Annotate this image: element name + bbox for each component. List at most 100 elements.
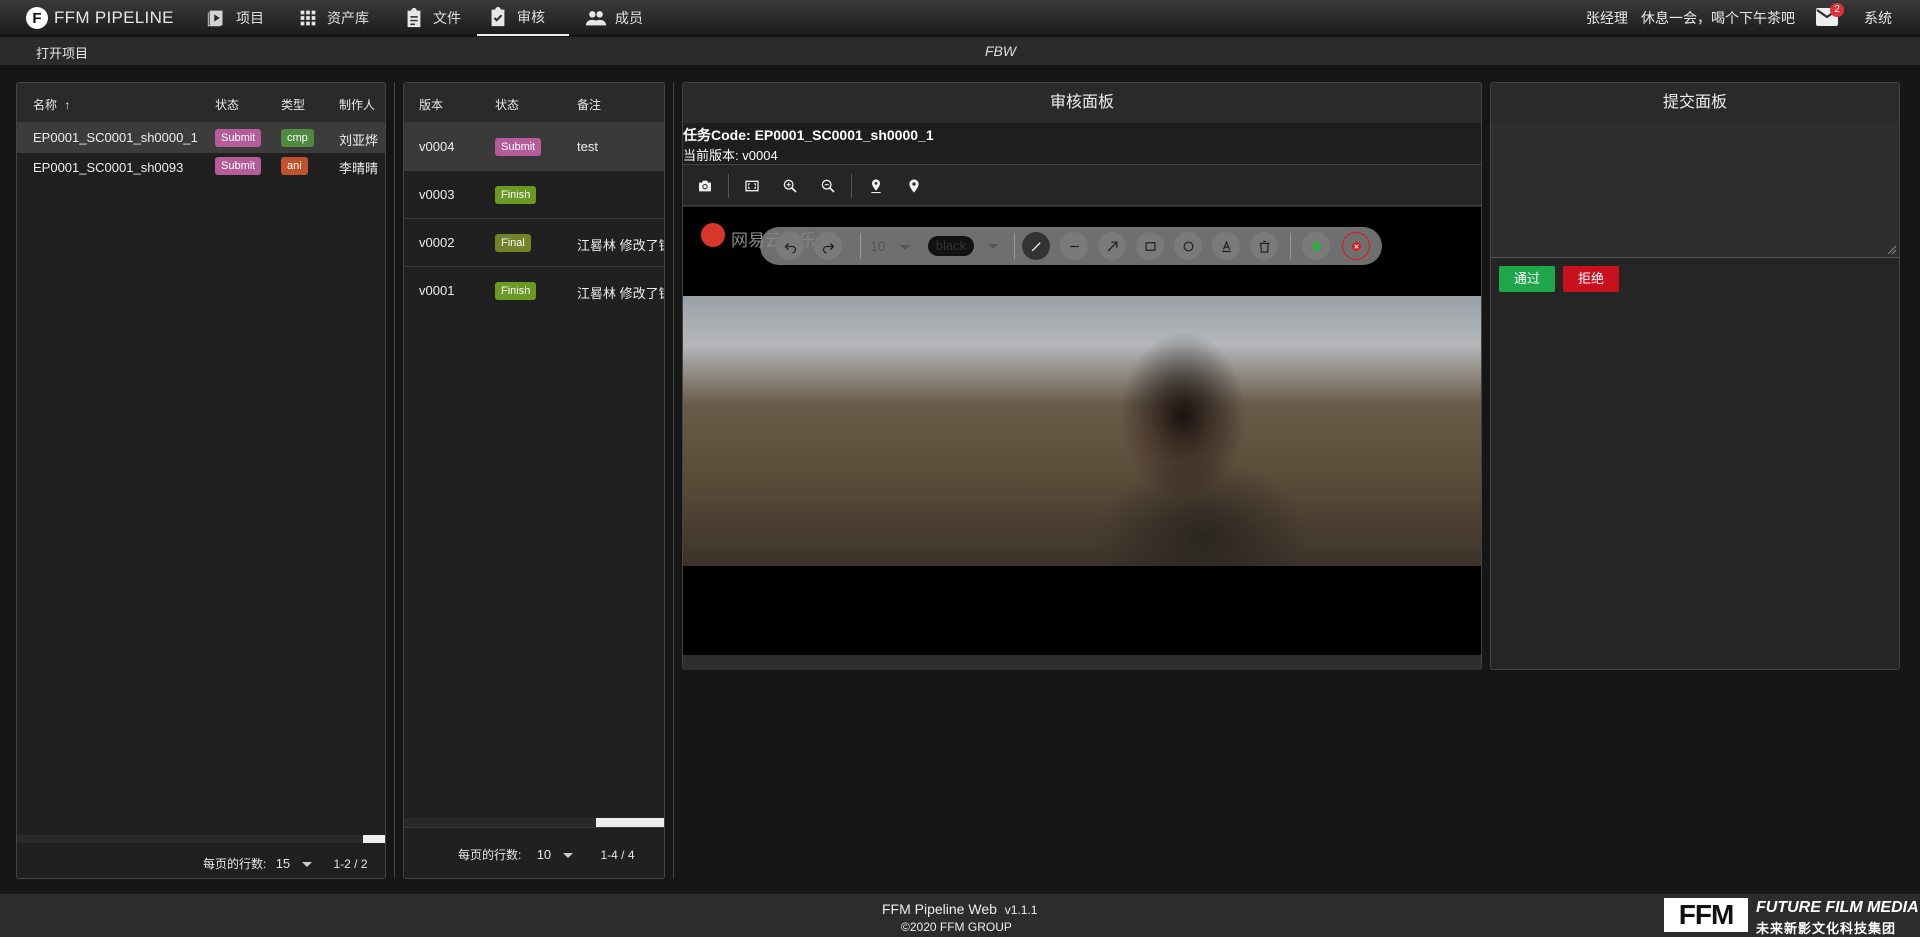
column-artist[interactable]: 制作人	[339, 96, 375, 113]
nav-assets[interactable]: 资产库	[287, 0, 379, 36]
rectangle-tool-button[interactable]	[1136, 232, 1164, 260]
mail-button[interactable]: 2	[1816, 3, 1844, 26]
table-row[interactable]: EP0001_SC0001_sh0093 Submit ani 李晴晴	[17, 153, 385, 183]
close-circle-icon	[1351, 241, 1361, 251]
task-name: EP0001_SC0001_sh0000_1	[33, 130, 198, 145]
task-pagination: 每页的行数: 15 1-2 / 2	[203, 855, 368, 872]
arrow-icon	[1107, 241, 1117, 251]
zoom-out-button[interactable]	[814, 172, 842, 200]
rows-per-page-label: 每页的行数:	[458, 848, 522, 862]
text-tool-button[interactable]	[1212, 232, 1240, 260]
type-badge: cmp	[281, 129, 314, 147]
map-pin-icon	[909, 179, 919, 193]
column-type[interactable]: 类型	[281, 96, 305, 113]
column-version[interactable]: 版本	[419, 96, 443, 113]
table-row[interactable]: v0004 Submit test	[404, 123, 664, 171]
approve-button[interactable]: 通过	[1499, 266, 1555, 292]
divider	[673, 82, 674, 879]
viewer-toolbar	[683, 166, 1481, 206]
project-name: FBW	[985, 43, 1017, 59]
cancel-draw-button[interactable]	[1342, 232, 1370, 260]
divider	[860, 233, 861, 259]
divider	[728, 174, 729, 198]
resize-handle-icon[interactable]	[1888, 246, 1896, 254]
rows-per-page-select[interactable]: 10	[537, 847, 574, 862]
line-tool-button[interactable]	[1060, 232, 1088, 260]
status-badge: Submit	[495, 138, 542, 156]
nav-review[interactable]: 审核	[477, 0, 569, 36]
company-name-en: FUTURE FILM MEDIA	[1756, 899, 1919, 916]
marker-button[interactable]	[900, 172, 928, 200]
open-project-button[interactable]: 打开项目	[36, 43, 88, 62]
version-table: 版本 状态 备注 v0004 Submit test v0003 Finish …	[403, 82, 665, 879]
nav-members[interactable]: 成员	[575, 0, 653, 36]
comment-textarea[interactable]	[1491, 123, 1899, 258]
system-menu[interactable]: 系统	[1864, 0, 1892, 36]
column-label: 名称	[33, 98, 58, 112]
brush-size-select[interactable]: 10	[870, 238, 910, 254]
column-name[interactable]: 名称 ↑	[33, 96, 70, 113]
table-row[interactable]: v0001 Finish 江晷林 修改了镜	[404, 267, 664, 315]
task-artist: 李晴晴	[339, 161, 379, 176]
table-row[interactable]: EP0001_SC0001_sh0000_1 Submit cmp 刘亚烨	[17, 123, 385, 153]
color-select[interactable]: black	[928, 236, 974, 256]
user-name[interactable]: 张经理	[1586, 0, 1628, 36]
nav-label: 文件	[433, 10, 461, 26]
brush-size-value: 10	[870, 238, 886, 254]
greeting-message: 休息一会，喝个下午茶吧	[1641, 10, 1795, 26]
chevron-down-icon	[899, 244, 910, 250]
review-panel-title: 审核面板	[683, 83, 1481, 123]
scrollbar-thumb[interactable]	[363, 835, 385, 843]
video-viewer[interactable]: 网易云音乐	[683, 207, 1481, 655]
fit-screen-icon	[745, 180, 759, 192]
horizontal-scrollbar[interactable]	[404, 818, 664, 827]
undo-button[interactable]	[776, 232, 804, 260]
page-range: 1-4 / 4	[600, 848, 635, 862]
zoom-in-icon	[783, 179, 797, 193]
status-badge: Final	[495, 234, 531, 252]
version-table-header: 版本 状态 备注	[404, 83, 664, 123]
submit-panel: 提交面板 通过 拒绝	[1490, 82, 1900, 670]
horizontal-scrollbar[interactable]	[17, 835, 385, 843]
column-note[interactable]: 备注	[577, 96, 601, 113]
task-info: 任务Code: EP0001_SC0001_sh0000_1 当前版本: v00…	[683, 123, 1481, 165]
pen-tool-button[interactable]	[1022, 232, 1050, 260]
circle-tool-button[interactable]	[1174, 232, 1202, 260]
table-row[interactable]: v0003 Finish	[404, 171, 664, 219]
screenshot-button[interactable]	[691, 172, 719, 200]
brand[interactable]: F FFM PIPELINE	[26, 6, 174, 30]
fit-screen-button[interactable]	[738, 172, 766, 200]
reject-button[interactable]: 拒绝	[1563, 266, 1619, 292]
task-code: EP0001_SC0001_sh0000_1	[754, 127, 934, 143]
add-marker-button[interactable]	[862, 172, 890, 200]
redo-button[interactable]	[814, 232, 842, 260]
text-icon	[1221, 240, 1231, 252]
footer-app-line: FFM Pipeline Web v1.1.1	[882, 901, 1037, 917]
column-status[interactable]: 状态	[495, 96, 519, 113]
annotation-toolbar: 10 black	[760, 227, 1382, 265]
task-table-header: 名称 ↑ 状态 类型 制作人	[17, 83, 385, 123]
table-row[interactable]: v0002 Final 江晷林 修改了镜	[404, 219, 664, 267]
scrollbar-thumb[interactable]	[596, 818, 664, 827]
pen-icon	[1031, 241, 1041, 251]
nav-label: 项目	[236, 10, 264, 26]
nav-files[interactable]: 文件	[393, 0, 471, 36]
version-note: 江晷林 修改了镜	[577, 238, 664, 253]
current-version: v0004	[742, 148, 778, 163]
current-version-line: 当前版本: v0004	[683, 145, 778, 164]
nav-projects[interactable]: 项目	[196, 0, 274, 36]
confirm-draw-button[interactable]	[1302, 232, 1330, 260]
clear-button[interactable]	[1250, 232, 1278, 260]
check-circle-icon	[1311, 241, 1321, 251]
divider	[1014, 233, 1015, 259]
chevron-down-icon[interactable]	[988, 244, 998, 249]
viewer-status-strip	[683, 655, 1481, 670]
rows-per-page-select[interactable]: 15	[276, 856, 313, 871]
arrow-tool-button[interactable]	[1098, 232, 1126, 260]
status-badge: Finish	[495, 186, 537, 204]
divider	[1290, 233, 1291, 259]
circle-icon	[1183, 241, 1193, 251]
column-status[interactable]: 状态	[215, 96, 239, 113]
zoom-in-button[interactable]	[776, 172, 804, 200]
footer: FFM Pipeline Web v1.1.1 ©2020 FFM GROUP …	[0, 894, 1920, 937]
